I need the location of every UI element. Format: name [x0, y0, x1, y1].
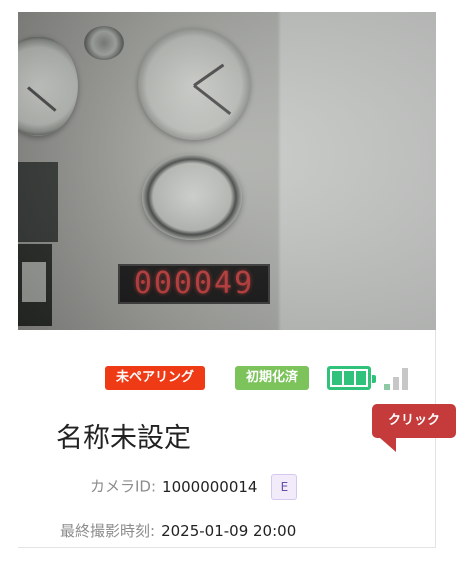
camera-card[interactable]: 000049 未ペアリング 初期化済 名称未設定 カメラID: 100000001… [18, 12, 436, 548]
last-capture-label: 最終撮影時刻: [60, 522, 156, 540]
camera-id-label: カメラID: [90, 477, 157, 496]
last-capture-row: 最終撮影時刻: 2025-01-09 20:00 [60, 520, 296, 541]
camera-id-value: 1000000014 [162, 477, 258, 496]
battery-icon [327, 366, 376, 390]
camera-name: 名称未設定 [56, 423, 191, 454]
camera-id-row: カメラID: 1000000014 E [90, 474, 298, 500]
signal-strength-icon [384, 368, 410, 390]
init-status-badge: 初期化済 [235, 366, 309, 390]
status-badges: 未ペアリング 初期化済 [18, 366, 436, 390]
click-tooltip: クリック [372, 404, 456, 452]
camera-preview-image[interactable]: 000049 [18, 12, 436, 330]
pairing-status-badge: 未ペアリング [105, 366, 205, 390]
camera-id-tag: E [271, 474, 298, 500]
last-capture-value: 2025-01-09 20:00 [161, 522, 297, 540]
